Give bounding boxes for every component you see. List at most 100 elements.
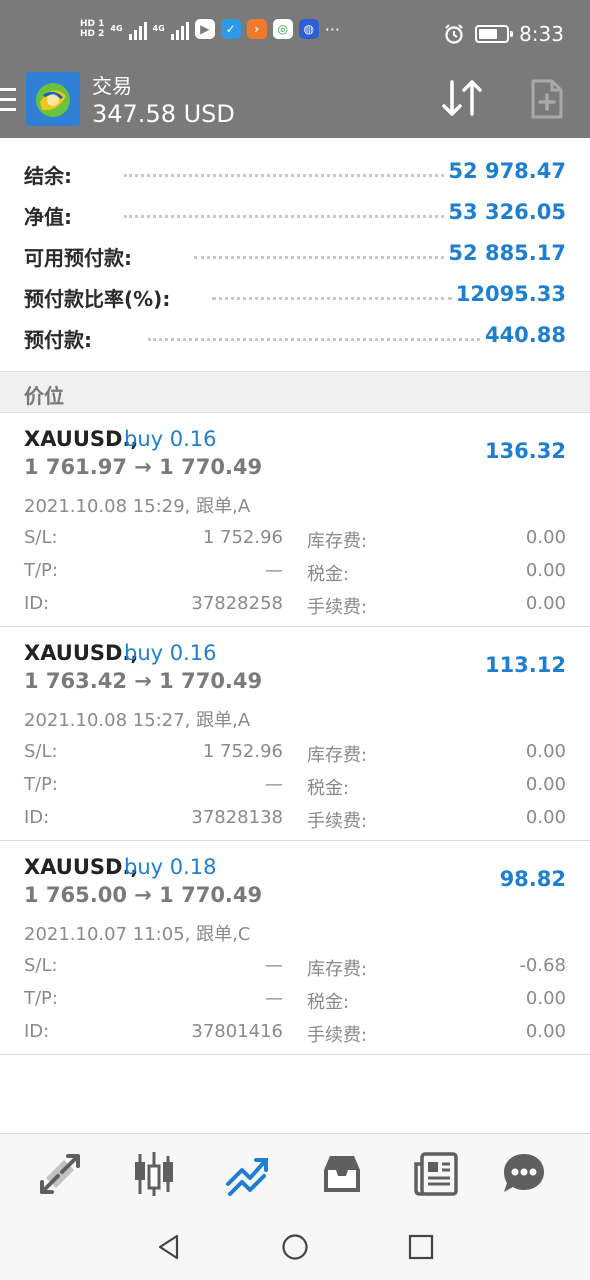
- free-margin-value: 52 885.17: [448, 241, 566, 265]
- tax-value: 0.00: [525, 774, 566, 795]
- bottom-nav: [0, 1133, 590, 1213]
- app-bar: 交易 347.58 USD: [0, 64, 590, 138]
- signal1-icon: [128, 18, 147, 40]
- id-value: 37828258: [191, 593, 283, 614]
- balance-value: 52 978.47: [448, 159, 566, 183]
- free-margin-label: 可用预付款:: [24, 246, 132, 270]
- position-symbol: XAUUSD.,: [24, 855, 139, 879]
- position-prices: 1 763.42 → 1 770.49: [24, 669, 263, 693]
- status-icons: HD 1 HD 2 4G 4G ▶ ✓ › ◎ ◍ ···: [80, 18, 340, 40]
- id-label: ID:: [24, 807, 50, 828]
- network2-label: 4G: [152, 24, 165, 33]
- position-row[interactable]: XAUUSD., buy 0.16 1 761.97 → 1 770.49 13…: [0, 413, 590, 627]
- play-app-icon: ›: [246, 19, 267, 39]
- position-symbol: XAUUSD.,: [24, 641, 139, 665]
- position-type: buy 0.16: [124, 641, 217, 665]
- equity-value: 53 326.05: [448, 200, 566, 224]
- equity-label: 净值:: [24, 205, 72, 229]
- shield-icon: ✓: [220, 19, 241, 39]
- tax-value: 0.00: [525, 988, 566, 1009]
- margin-level-value: 12095.33: [455, 282, 566, 306]
- back-icon[interactable]: [155, 1233, 183, 1261]
- position-type: buy 0.16: [124, 427, 217, 451]
- tax-label: 税金:: [307, 778, 350, 799]
- tp-label: T/P:: [24, 560, 58, 581]
- balance-label: 结余:: [24, 164, 72, 188]
- summary-row-balance: 结余: 52 978.47: [0, 152, 590, 193]
- tax-value: 0.00: [525, 560, 566, 581]
- leader-dots: [148, 338, 480, 341]
- quotes-icon[interactable]: [36, 1150, 84, 1198]
- position-profit: 113.12: [484, 653, 566, 677]
- id-value: 37801416: [191, 1021, 283, 1042]
- position-time: 2021.10.07 11:05, 跟单,C: [24, 924, 251, 945]
- margin-value: 440.88: [484, 323, 566, 347]
- fee-value: 0.00: [525, 593, 566, 614]
- bulb-icon: ◍: [298, 19, 319, 39]
- summary-row-margin: 预付款: 440.88: [0, 316, 590, 357]
- id-label: ID:: [24, 593, 50, 614]
- swap-label: 库存费:: [307, 745, 368, 766]
- position-symbol: XAUUSD.,: [24, 427, 139, 451]
- clock: 8:33: [519, 22, 564, 46]
- network1-label: 4G: [110, 24, 123, 33]
- tp-value: —: [265, 988, 283, 1009]
- section-title: 价位: [24, 384, 64, 408]
- position-row[interactable]: XAUUSD., buy 0.16 1 763.42 → 1 770.49 11…: [0, 627, 590, 841]
- fee-label: 手续费:: [307, 597, 368, 618]
- fee-value: 0.00: [525, 807, 566, 828]
- swap-label: 库存费:: [307, 531, 368, 552]
- app-logo: [26, 72, 80, 126]
- fee-label: 手续费:: [307, 811, 368, 832]
- fee-label: 手续费:: [307, 1025, 368, 1046]
- position-type: buy 0.18: [124, 855, 217, 879]
- profit-total: 347.58 USD: [92, 100, 235, 128]
- fee-value: 0.00: [525, 1021, 566, 1042]
- tp-label: T/P:: [24, 774, 58, 795]
- alarm-icon: [445, 24, 463, 44]
- sl-value: 1 752.96: [202, 741, 283, 762]
- swap-value: 0.00: [525, 527, 566, 548]
- new-order-icon[interactable]: [530, 78, 564, 120]
- trade-icon[interactable]: [224, 1150, 272, 1198]
- account-summary: 结余: 52 978.47 净值: 53 326.05 可用预付款: 52 88…: [0, 152, 590, 357]
- leader-dots: [212, 297, 452, 300]
- sl-label: S/L:: [24, 741, 58, 762]
- sl-label: S/L:: [24, 527, 58, 548]
- chart-icon[interactable]: [130, 1150, 178, 1198]
- status-right: 8:33: [443, 22, 564, 46]
- menu-icon[interactable]: [0, 88, 16, 112]
- leader-dots: [124, 215, 444, 218]
- position-row[interactable]: XAUUSD., buy 0.18 1 765.00 → 1 770.49 98…: [0, 841, 590, 1055]
- summary-row-margin-level: 预付款比率(%): 12095.33: [0, 275, 590, 316]
- history-icon[interactable]: [318, 1150, 366, 1198]
- position-time: 2021.10.08 15:27, 跟单,A: [24, 710, 251, 731]
- sl-label: S/L:: [24, 955, 58, 976]
- position-profit: 98.82: [499, 867, 566, 891]
- swap-value: -0.68: [519, 955, 566, 976]
- signal2-icon: [170, 18, 189, 40]
- sort-icon[interactable]: [440, 78, 484, 118]
- swap-value: 0.00: [525, 741, 566, 762]
- summary-row-equity: 净值: 53 326.05: [0, 193, 590, 234]
- tp-value: —: [265, 560, 283, 581]
- news-icon[interactable]: [412, 1150, 460, 1198]
- sl-value: 1 752.96: [202, 527, 283, 548]
- position-time: 2021.10.08 15:29, 跟单,A: [24, 496, 251, 517]
- recents-icon[interactable]: [407, 1233, 435, 1261]
- system-nav-bar: [0, 1213, 590, 1280]
- message-app-icon: ◎: [272, 19, 293, 39]
- home-icon[interactable]: [281, 1233, 309, 1261]
- sl-value: —: [265, 955, 283, 976]
- sim2-label: HD 2: [80, 29, 105, 39]
- tp-value: —: [265, 774, 283, 795]
- tp-label: T/P:: [24, 988, 58, 1009]
- more-notifications-icon: ···: [324, 19, 340, 39]
- swap-label: 库存费:: [307, 959, 368, 980]
- position-profit: 136.32: [484, 439, 566, 463]
- chat-icon[interactable]: [500, 1150, 548, 1198]
- summary-row-free-margin: 可用预付款: 52 885.17: [0, 234, 590, 275]
- id-value: 37828138: [191, 807, 283, 828]
- sim-indicator: HD 1 HD 2: [80, 19, 104, 39]
- sim1-label: HD 1: [80, 19, 105, 29]
